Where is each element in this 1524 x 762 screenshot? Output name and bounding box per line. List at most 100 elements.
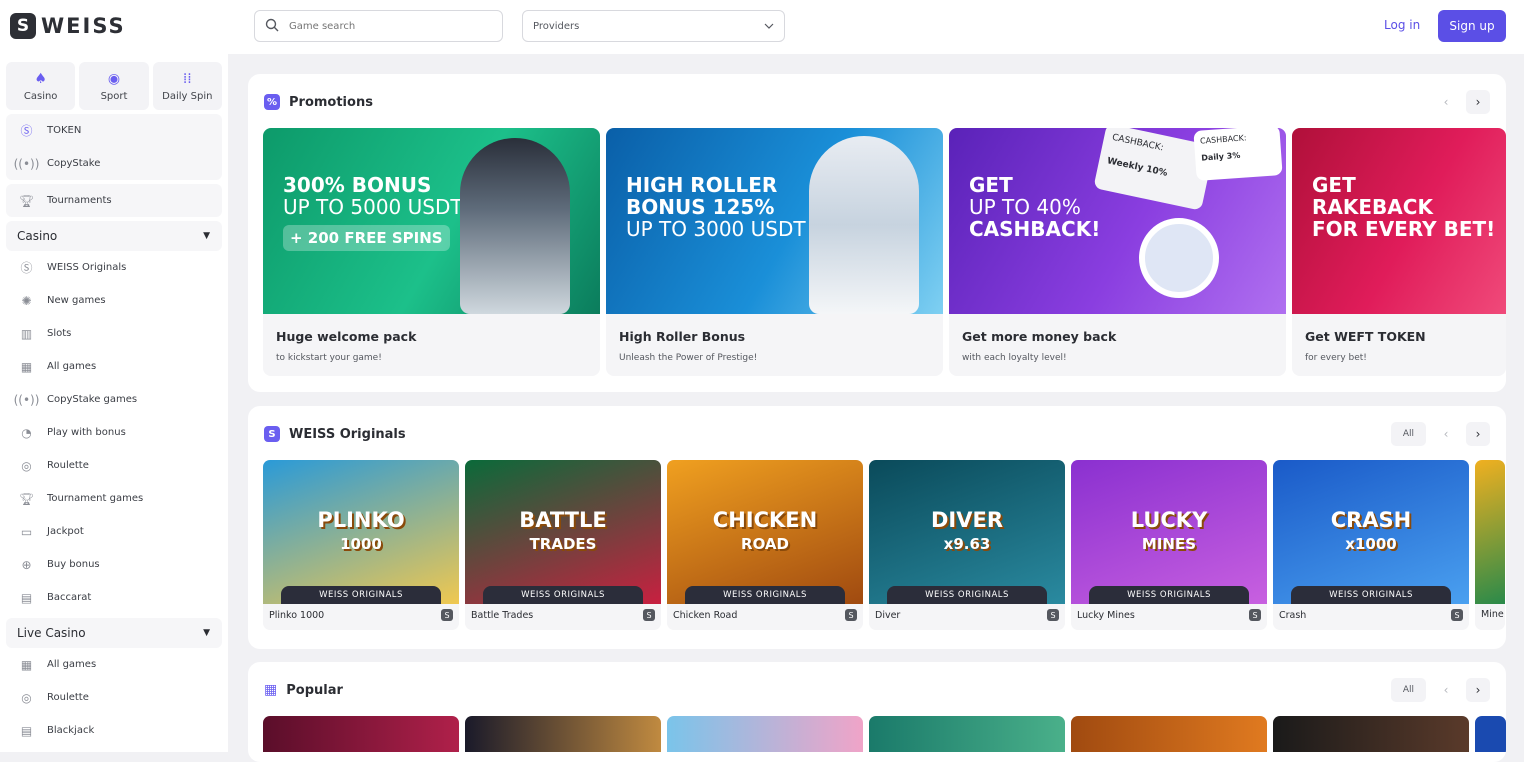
nav-casino[interactable]: ♠ Casino — [6, 62, 76, 110]
sidebar-item-casino[interactable]: ▭ Jackpot — [6, 515, 222, 548]
popular-game-thumb[interactable] — [667, 716, 863, 752]
promo-card[interactable]: HIGH ROLLER BONUS 125% UP TO 3000 USDT H… — [606, 128, 943, 376]
sidebar-item-casino[interactable]: ▥ Slots — [6, 317, 222, 350]
grid-icon: ▦ — [20, 657, 33, 672]
game-art-line: TRADES — [529, 535, 597, 553]
sidebar-item-casino[interactable]: ((•)) CopyStake games — [6, 383, 222, 416]
sidebar-item-casino[interactable]: ▦ All games — [6, 350, 222, 383]
originals-arrows: All ‹ › — [1390, 422, 1490, 446]
popular-panel: ▦ Popular All ‹ › — [248, 662, 1506, 762]
sidebar-item-live[interactable]: ▤ Blackjack — [6, 714, 222, 747]
sidebar-item-tournaments[interactable]: 🏆︎ Tournaments — [6, 184, 222, 217]
roulette-icon: ◎ — [21, 690, 32, 705]
cashback-label: CASHBACK: — [1199, 133, 1247, 146]
popular-arrows: All ‹ › — [1390, 678, 1490, 702]
basketball-icon: ◉ — [107, 70, 121, 87]
game-card[interactable]: DIVER x9.63 WEISS ORIGINALS Diver S — [869, 460, 1065, 630]
caret-down-icon: ▼ — [203, 628, 210, 638]
sidebar-item-casino[interactable]: ◎ Roulette — [6, 449, 222, 482]
popular-game-thumb[interactable] — [1273, 716, 1469, 752]
sidebar-tournaments-box: 🏆︎ Tournaments — [6, 184, 222, 217]
casino-list: Ⓢ WEISS Originals ✺ New games ▥ Slots ▦ All gam… — [6, 251, 222, 614]
sidebar-item-label: Roulette — [47, 460, 89, 471]
popular-game-thumb[interactable] — [1071, 716, 1267, 752]
originals-all-button[interactable]: All — [1390, 422, 1426, 446]
trophy-icon: 🏆︎ — [18, 193, 35, 208]
sidebar-item-label: CopyStake games — [47, 394, 138, 405]
game-card[interactable]: CRASH x1000 WEISS ORIGINALS Crash S — [1273, 460, 1469, 630]
game-image: LUCKY MINES WEISS ORIGINALS — [1071, 460, 1267, 604]
sidebar-item-label: Buy bonus — [47, 559, 100, 570]
game-card[interactable]: BATTLE TRADES WEISS ORIGINALS Battle Trades… — [465, 460, 661, 630]
game-image: PLINKO 1000 WEISS ORIGINALS — [263, 460, 459, 604]
game-name: Battle Trades — [471, 609, 534, 621]
promo-image: 300% BONUS UP TO 5000 USDT + 200 FREE SP… — [263, 128, 600, 314]
popular-game-thumb[interactable] — [869, 716, 1065, 752]
grid-icon: ▦ — [20, 359, 33, 374]
promo-image: HIGH ROLLER BONUS 125% UP TO 3000 USDT — [606, 128, 943, 314]
popular-game-thumb[interactable] — [1475, 716, 1506, 752]
game-art-title: CHICKEN ROAD — [713, 508, 817, 556]
sidebar-item-live[interactable]: ▦ All games — [6, 648, 222, 681]
promo-subtitle: with each loyalty level! — [962, 353, 1067, 363]
chevron-down-icon — [764, 21, 774, 32]
game-name: Plinko 1000 — [269, 609, 325, 621]
sidebar-item-copystake[interactable]: ((•)) CopyStake — [6, 147, 222, 180]
sidebar-item-casino[interactable]: ▤ Baccarat — [6, 581, 222, 614]
search-input[interactable] — [289, 20, 479, 32]
prev-arrow-icon[interactable]: ‹ — [1434, 678, 1458, 702]
search-box[interactable] — [254, 10, 503, 42]
weiss-logo-icon: S — [1047, 609, 1059, 621]
popular-game-thumb[interactable] — [465, 716, 661, 752]
casino-section-header[interactable]: Casino ▼ — [6, 221, 222, 251]
game-card[interactable]: PLINKO 1000 WEISS ORIGINALS Plinko 1000 S — [263, 460, 459, 630]
weiss-logo-icon: S — [1451, 609, 1463, 621]
live-casino-list: ▦ All games ◎ Roulette ▤ Blackjack — [6, 648, 222, 747]
prev-arrow-icon[interactable]: ‹ — [1434, 422, 1458, 446]
nav-sport[interactable]: ◉ Sport — [79, 62, 149, 110]
sidebar-item-casino[interactable]: ✺ New games — [6, 284, 222, 317]
sidebar-item-casino[interactable]: ⊕ Buy bonus — [6, 548, 222, 581]
game-card[interactable]: LUCKY MINES WEISS ORIGINALS Lucky Mines S — [1071, 460, 1267, 630]
providers-dropdown[interactable]: Providers — [522, 10, 785, 42]
providers-label: Providers — [533, 20, 580, 32]
sidebar-item-label: Tournament games — [47, 493, 144, 504]
popular-all-button[interactable]: All — [1390, 678, 1426, 702]
game-name: Chicken Road — [673, 609, 738, 621]
promo-card[interactable]: GET UP TO 40% CASHBACK! CASHBACK: Weekly … — [949, 128, 1286, 376]
sidebar-item-casino[interactable]: ◔ Play with bonus — [6, 416, 222, 449]
nav-daily-spin[interactable]: ⁞⁞ Daily Spin — [152, 62, 222, 110]
nav-daily-spin-label: Daily Spin — [162, 90, 213, 102]
popular-game-thumb[interactable] — [263, 716, 459, 752]
next-arrow-icon[interactable]: › — [1466, 90, 1490, 114]
originals-tag: WEISS ORIGINALS — [685, 586, 845, 604]
plus-circle-icon: ⊕ — [21, 557, 32, 572]
sidebar-item-token[interactable]: Ⓢ TOKEN — [6, 114, 222, 147]
popular-header: ▦ Popular — [264, 682, 343, 698]
game-card[interactable]: Mine — [1475, 460, 1505, 630]
game-card[interactable]: CHICKEN ROAD WEISS ORIGINALS Chicken Road S — [667, 460, 863, 630]
signup-button[interactable]: Sign up — [1438, 10, 1506, 42]
promotions-header: % Promotions — [264, 94, 373, 110]
astronaut-figure-icon — [460, 138, 570, 314]
grid-icon: ▦ — [264, 682, 278, 698]
next-arrow-icon[interactable]: › — [1466, 678, 1490, 702]
originals-tag: WEISS ORIGINALS — [281, 586, 441, 604]
sidebar-item-live[interactable]: ◎ Roulette — [6, 681, 222, 714]
sidebar-item-label: Roulette — [47, 692, 89, 703]
promo-card[interactable]: GET RAKEBACK FOR EVERY BET! Get WEFT TOK… — [1292, 128, 1506, 376]
live-casino-section-header[interactable]: Live Casino ▼ — [6, 618, 222, 648]
sidebar-item-casino[interactable]: Ⓢ WEISS Originals — [6, 251, 222, 284]
game-art-line: x9.63 — [943, 535, 991, 553]
sidebar-item-label: Blackjack — [47, 725, 95, 736]
logo[interactable]: S WEISS — [10, 13, 126, 39]
prev-arrow-icon[interactable]: ‹ — [1434, 90, 1458, 114]
section-title: Promotions — [289, 94, 373, 110]
weiss-logo-icon: S — [441, 609, 453, 621]
promo-line: FOR EVERY BET! — [1312, 217, 1496, 241]
promo-card[interactable]: 300% BONUS UP TO 5000 USDT + 200 FREE SP… — [263, 128, 600, 376]
login-link[interactable]: Log in — [1384, 18, 1420, 32]
next-arrow-icon[interactable]: › — [1466, 422, 1490, 446]
sidebar-item-casino[interactable]: 🏆︎ Tournament games — [6, 482, 222, 515]
originals-tag: WEISS ORIGINALS — [887, 586, 1047, 604]
